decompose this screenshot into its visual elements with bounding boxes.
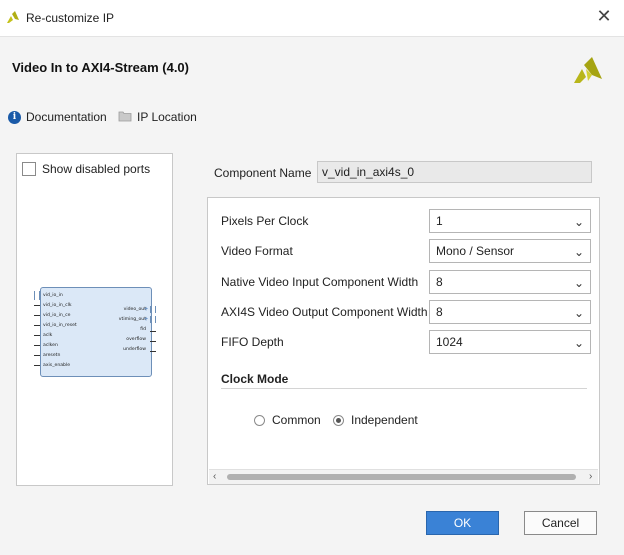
fifo-depth-select[interactable]: 1024 ⌄	[429, 330, 591, 354]
pin-label: video_out	[123, 307, 146, 312]
native-width-label: Native Video Input Component Width	[221, 275, 419, 289]
clock-mode-independent-label: Independent	[351, 413, 418, 427]
documentation-menu[interactable]: i Documentation	[8, 108, 107, 126]
divider	[221, 388, 587, 389]
video-format-value: Mono / Sensor	[436, 244, 515, 258]
native-width-select[interactable]: 8 ⌄	[429, 270, 591, 294]
clock-mode-common-label: Common	[272, 413, 321, 427]
axi4s-width-value: 8	[436, 305, 443, 319]
pin-label: vid_io_in_reset	[43, 323, 77, 328]
ip-location-label: IP Location	[137, 110, 197, 124]
scroll-left-icon[interactable]: ‹	[213, 470, 216, 484]
parameters-panel: Pixels Per Clock 1 ⌄ Video Format Mono /…	[207, 197, 600, 485]
horizontal-scrollbar[interactable]: ‹ ›	[209, 469, 598, 484]
pin-label: aclk	[43, 333, 53, 338]
clock-mode-title: Clock Mode	[221, 372, 289, 386]
native-width-value: 8	[436, 275, 443, 289]
fifo-depth-value: 1024	[436, 335, 463, 349]
pixels-per-clock-value: 1	[436, 214, 443, 228]
fifo-depth-label: FIFO Depth	[221, 335, 284, 349]
video-format-label: Video Format	[221, 244, 293, 258]
pin-label: overflow	[126, 337, 146, 342]
chevron-down-icon: ⌄	[573, 276, 584, 290]
pin-line	[34, 335, 40, 336]
ip-header: Video In to AXI4-Stream (4.0)	[0, 36, 624, 99]
pin-label: vid_io_in	[43, 293, 63, 298]
pixels-per-clock-label: Pixels Per Clock	[221, 214, 309, 228]
pin-line	[34, 355, 40, 356]
chevron-down-icon: ⌄	[573, 215, 584, 229]
ok-button[interactable]: OK	[426, 511, 499, 535]
show-disabled-ports-checkbox[interactable]: Show disabled ports	[22, 162, 150, 176]
pin-line	[150, 341, 156, 342]
pin-line	[34, 325, 40, 326]
ip-location-menu[interactable]: IP Location	[118, 108, 197, 126]
pin-line	[34, 345, 40, 346]
documentation-label: Documentation	[26, 110, 107, 124]
component-name-input[interactable]: v_vid_in_axi4s_0	[317, 161, 592, 183]
pin-label: axis_enable	[43, 363, 71, 368]
pin-label: fid	[140, 327, 146, 332]
pin-line	[34, 305, 40, 306]
pin-label: aresetn	[43, 353, 61, 358]
chevron-down-icon: ⌄	[573, 245, 584, 259]
pin-label: underflow	[123, 347, 146, 352]
radio-button-selected[interactable]	[333, 414, 344, 426]
pin-line	[150, 351, 156, 352]
clock-mode-independent-radio[interactable]: Independent	[333, 413, 418, 427]
folder-icon	[118, 110, 132, 125]
vivado-logo-icon	[572, 55, 604, 90]
clock-mode-common-radio[interactable]: Common	[254, 413, 321, 427]
bus-pin-marker	[150, 316, 156, 323]
pin-label: vid_io_in_clk	[43, 303, 72, 308]
info-icon: i	[8, 110, 21, 124]
bus-pin-marker	[34, 291, 40, 300]
vivado-logo-icon	[6, 10, 20, 27]
pin-line	[34, 315, 40, 316]
video-format-select[interactable]: Mono / Sensor ⌄	[429, 239, 591, 263]
scrollbar-thumb[interactable]	[227, 474, 576, 480]
scroll-right-icon[interactable]: ›	[589, 470, 592, 484]
checkbox-box[interactable]	[22, 162, 36, 176]
radio-button[interactable]	[254, 414, 265, 426]
component-name-label: Component Name	[214, 166, 312, 180]
bus-plus-icon: + +	[144, 306, 149, 323]
window-title: Re-customize IP	[26, 11, 115, 25]
pixels-per-clock-select[interactable]: 1 ⌄	[429, 209, 591, 233]
axi4s-width-label: AXI4S Video Output Component Width	[221, 305, 428, 319]
close-icon[interactable]: ✕	[593, 5, 615, 27]
pin-line	[150, 331, 156, 332]
pin-line	[34, 365, 40, 366]
chevron-down-icon: ⌄	[573, 336, 584, 350]
window-titlebar: Re-customize IP ✕	[0, 0, 624, 36]
show-disabled-ports-label: Show disabled ports	[42, 162, 151, 176]
axi4s-width-select[interactable]: 8 ⌄	[429, 300, 591, 324]
pin-label: aclken	[43, 343, 58, 348]
toolbar: i Documentation IP Location	[0, 98, 624, 134]
pin-label: vtiming_out	[118, 317, 146, 322]
chevron-down-icon: ⌄	[573, 306, 584, 320]
pin-label: vid_io_in_ce	[43, 313, 71, 318]
cancel-button[interactable]: Cancel	[524, 511, 597, 535]
bus-pin-marker	[150, 306, 156, 313]
ip-title: Video In to AXI4-Stream (4.0)	[12, 60, 189, 75]
